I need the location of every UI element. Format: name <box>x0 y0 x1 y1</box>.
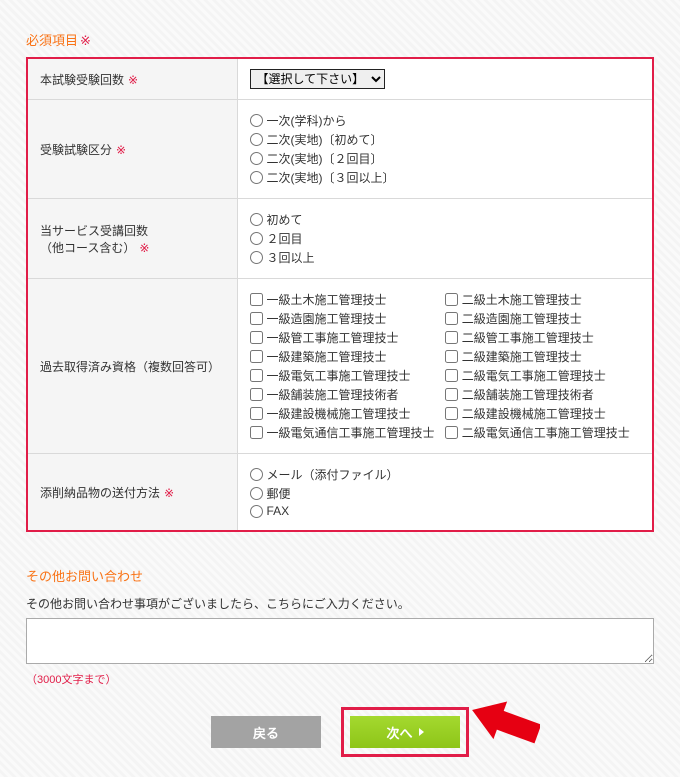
radio-exam-cat-0[interactable]: 一次(学科)から <box>250 112 641 129</box>
chk-b-2[interactable]: 二級管工事施工管理技士 <box>445 329 640 346</box>
chk-b-6[interactable]: 二級建設機械施工管理技士 <box>445 405 640 422</box>
select-exam-count[interactable]: 【選択して下さい】 <box>250 69 385 89</box>
chk-a-4[interactable]: 一級電気工事施工管理技士 <box>250 367 445 384</box>
radio-exam-cat-3[interactable]: 二次(実地)〔３回以上〕 <box>250 169 641 186</box>
chk-b-0[interactable]: 二級土木施工管理技士 <box>445 291 640 308</box>
required-section-title: 必須項目 <box>26 30 654 49</box>
radio-exam-cat-2[interactable]: 二次(実地)〔２回目〕 <box>250 150 641 167</box>
next-button-highlight: 次へ <box>341 707 469 757</box>
chk-a-1[interactable]: 一級造園施工管理技士 <box>250 310 445 327</box>
row-exam-category: 受験試験区分 一次(学科)から 二次(実地)〔初めて〕 二次(実地)〔２回目〕 … <box>27 100 653 199</box>
chk-a-2[interactable]: 一級管工事施工管理技士 <box>250 329 445 346</box>
chk-a-6[interactable]: 一級建設機械施工管理技士 <box>250 405 445 422</box>
label-service-count: 当サービス受講回数 （他コース含む） <box>27 199 237 279</box>
other-inquiry-desc: その他お問い合わせ事項がございましたら、こちらにご入力ください。 <box>26 595 654 612</box>
required-form-table: 本試験受験回数 【選択して下さい】 受験試験区分 一次(学科)から 二次(実地)… <box>26 57 654 532</box>
back-button[interactable]: 戻る <box>211 716 321 748</box>
char-limit-note: （3000文字まで） <box>26 671 654 687</box>
radio-exam-cat-1[interactable]: 二次(実地)〔初めて〕 <box>250 131 641 148</box>
chk-a-0[interactable]: 一級土木施工管理技士 <box>250 291 445 308</box>
chk-a-7[interactable]: 一級電気通信工事施工管理技士 <box>250 424 445 441</box>
chk-b-5[interactable]: 二級舗装施工管理技術者 <box>445 386 640 403</box>
radio-deliv-2[interactable]: FAX <box>250 504 641 518</box>
chk-b-1[interactable]: 二級造園施工管理技士 <box>445 310 640 327</box>
chk-b-7[interactable]: 二級電気通信工事施工管理技士 <box>445 424 640 441</box>
chk-a-5[interactable]: 一級舗装施工管理技術者 <box>250 386 445 403</box>
chk-b-3[interactable]: 二級建築施工管理技士 <box>445 348 640 365</box>
next-button[interactable]: 次へ <box>350 716 460 748</box>
label-exam-category: 受験試験区分 <box>27 100 237 199</box>
qual-column-b: 二級土木施工管理技士 二級造園施工管理技士 二級管工事施工管理技士 二級建築施工… <box>445 289 640 443</box>
label-delivery: 添削納品物の送付方法 <box>27 454 237 532</box>
button-row: 戻る 次へ <box>26 707 654 757</box>
radio-svc-1[interactable]: ２回目 <box>250 230 641 247</box>
row-service-count: 当サービス受講回数 （他コース含む） 初めて ２回目 ３回以上 <box>27 199 653 279</box>
radio-svc-0[interactable]: 初めて <box>250 211 641 228</box>
row-delivery-method: 添削納品物の送付方法 メール（添付ファイル） 郵便 FAX <box>27 454 653 532</box>
row-exam-count: 本試験受験回数 【選択して下さい】 <box>27 58 653 100</box>
label-exam-count: 本試験受験回数 <box>27 58 237 100</box>
radio-deliv-0[interactable]: メール（添付ファイル） <box>250 466 641 483</box>
other-inquiry-textarea[interactable] <box>26 618 654 664</box>
qual-column-a: 一級土木施工管理技士 一級造園施工管理技士 一級管工事施工管理技士 一級建築施工… <box>250 289 445 443</box>
row-past-qualifications: 過去取得済み資格（複数回答可） 一級土木施工管理技士 一級造園施工管理技士 一級… <box>27 279 653 454</box>
radio-deliv-1[interactable]: 郵便 <box>250 485 641 502</box>
radio-svc-2[interactable]: ３回以上 <box>250 249 641 266</box>
chk-a-3[interactable]: 一級建築施工管理技士 <box>250 348 445 365</box>
annotation-arrow-icon <box>470 697 540 747</box>
chk-b-4[interactable]: 二級電気工事施工管理技士 <box>445 367 640 384</box>
other-inquiry-title: その他お問い合わせ <box>26 566 654 585</box>
label-past-quals: 過去取得済み資格（複数回答可） <box>27 279 237 454</box>
